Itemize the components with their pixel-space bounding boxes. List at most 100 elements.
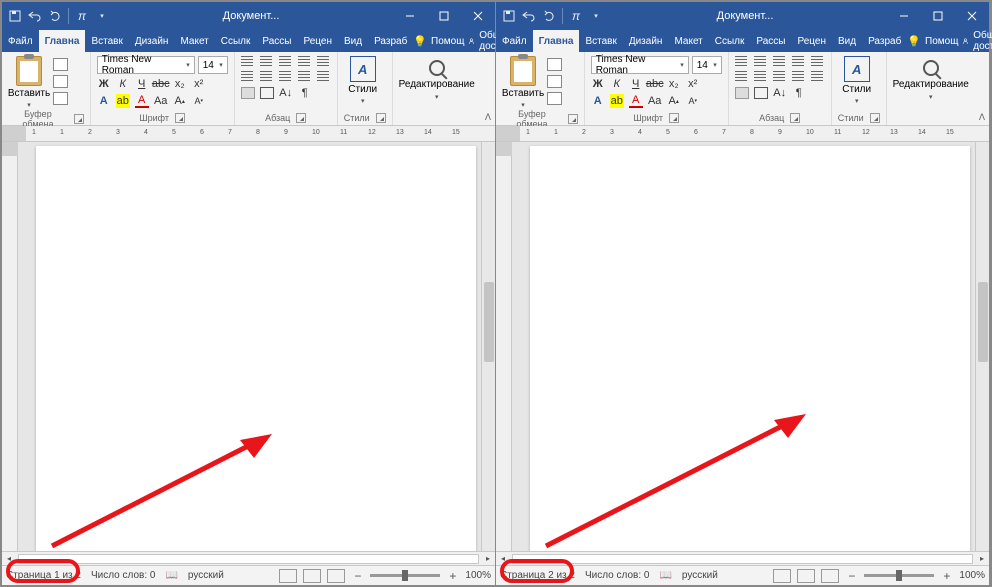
format-painter-icon[interactable] [53,92,68,105]
dialog-launcher-icon[interactable] [790,113,800,123]
horizontal-ruler[interactable]: 1123456789101112131415 [2,126,495,142]
align-right-button[interactable] [773,71,787,83]
sort-button[interactable]: A↓ [773,86,787,100]
undo-icon[interactable] [28,9,42,23]
copy-icon[interactable] [53,75,68,88]
sort-button[interactable]: A↓ [279,86,293,100]
tab-mail[interactable]: Рассы [750,30,791,52]
redo-icon[interactable] [48,9,62,23]
undo-icon[interactable] [522,9,536,23]
document-canvas[interactable]: 2 [512,142,975,551]
horizontal-ruler[interactable]: 1123456789101112131415 [496,126,989,142]
tab-file[interactable]: Файл [496,30,533,52]
italic-button[interactable]: К [610,77,624,91]
styles-button[interactable]: A Стили ▾ [838,56,876,105]
strike-button[interactable]: abc [154,77,168,91]
dialog-launcher-icon[interactable] [870,113,880,123]
line-spacing-button[interactable] [317,71,331,83]
borders-button[interactable] [754,87,768,99]
scroll-right-button[interactable]: ▸ [975,552,989,566]
tab-help[interactable]: Помощ [431,36,464,47]
highlight-button[interactable]: ab [610,94,624,108]
horizontal-scrollbar[interactable]: ◂ ▸ [2,551,495,565]
tab-review[interactable]: Рецен [297,30,338,52]
maximize-button[interactable] [921,2,955,30]
increase-indent-button[interactable] [317,56,331,68]
numbering-button[interactable] [260,56,274,68]
zoom-level[interactable]: 100% [465,570,491,581]
subscript-button[interactable]: x₂ [173,77,187,91]
page[interactable] [36,146,476,551]
vertical-ruler[interactable] [2,142,18,551]
page[interactable]: 2 [530,146,970,551]
editing-button[interactable]: Редактирование ▾ [893,56,969,101]
tell-me-icon[interactable]: 💡 [907,35,921,48]
zoom-level[interactable]: 100% [959,570,985,581]
language-status[interactable]: русский [188,570,224,581]
tab-design[interactable]: Дизайн [623,30,669,52]
tab-dev[interactable]: Разраб [862,30,907,52]
scroll-right-button[interactable]: ▸ [481,552,495,566]
tab-file[interactable]: Файл [2,30,39,52]
editing-button[interactable]: Редактирование ▾ [399,56,475,101]
font-size-select[interactable]: 14▾ [692,56,722,74]
cut-icon[interactable] [53,58,68,71]
highlight-button[interactable]: ab [116,94,130,108]
superscript-button[interactable]: x² [192,77,206,91]
tab-view[interactable]: Вид [338,30,368,52]
bold-button[interactable]: Ж [591,77,605,91]
justify-button[interactable] [298,71,312,83]
page-status[interactable]: Страница 1 из 2 [6,570,81,581]
tab-layout[interactable]: Макет [174,30,214,52]
line-spacing-button[interactable] [811,71,825,83]
numbering-button[interactable] [754,56,768,68]
underline-button[interactable]: Ч [629,77,643,91]
dialog-launcher-icon[interactable] [669,113,679,123]
align-right-button[interactable] [279,71,293,83]
tab-insert[interactable]: Вставк [85,30,128,52]
page-status[interactable]: Страница 2 из 2 [500,570,575,581]
tab-design[interactable]: Дизайн [129,30,175,52]
minimize-button[interactable] [887,2,921,30]
dialog-launcher-icon[interactable] [296,113,306,123]
shading-button[interactable] [735,87,749,99]
justify-button[interactable] [792,71,806,83]
dropdown-icon[interactable]: ▾ [589,9,603,23]
zoom-out-button[interactable]: − [351,569,364,583]
web-layout-button[interactable] [327,569,345,583]
scroll-left-button[interactable]: ◂ [496,552,510,566]
tab-dev[interactable]: Разраб [368,30,413,52]
equation-icon[interactable]: π [569,9,583,23]
minimize-button[interactable] [393,2,427,30]
shading-button[interactable] [241,87,255,99]
tab-refs[interactable]: Ссылк [215,30,257,52]
change-case-button[interactable]: Aa [154,94,168,108]
show-marks-button[interactable]: ¶ [792,86,806,100]
paste-button[interactable]: Вставить ▾ [8,56,50,109]
grow-font-button[interactable]: A▴ [667,94,681,108]
redo-icon[interactable] [542,9,556,23]
close-button[interactable] [461,2,495,30]
tab-insert[interactable]: Вставк [579,30,622,52]
horizontal-scrollbar[interactable]: ◂ ▸ [496,551,989,565]
shrink-font-button[interactable]: A▾ [192,94,206,108]
vertical-scrollbar[interactable] [975,142,989,551]
dialog-launcher-icon[interactable] [74,114,84,124]
dialog-launcher-icon[interactable] [376,113,386,123]
collapse-ribbon-button[interactable]: ᐱ [975,52,989,125]
grow-font-button[interactable]: A▴ [173,94,187,108]
read-mode-button[interactable] [773,569,791,583]
zoom-in-button[interactable]: + [940,569,953,583]
dialog-launcher-icon[interactable] [175,113,185,123]
zoom-in-button[interactable]: + [446,569,459,583]
vertical-ruler[interactable] [496,142,512,551]
tab-help[interactable]: Помощ [925,36,958,47]
tab-review[interactable]: Рецен [791,30,832,52]
align-left-button[interactable] [241,71,255,83]
language-status[interactable]: русский [682,570,718,581]
strike-button[interactable]: abc [648,77,662,91]
borders-button[interactable] [260,87,274,99]
web-layout-button[interactable] [821,569,839,583]
scroll-left-button[interactable]: ◂ [2,552,16,566]
tab-home[interactable]: Главна [533,30,580,52]
